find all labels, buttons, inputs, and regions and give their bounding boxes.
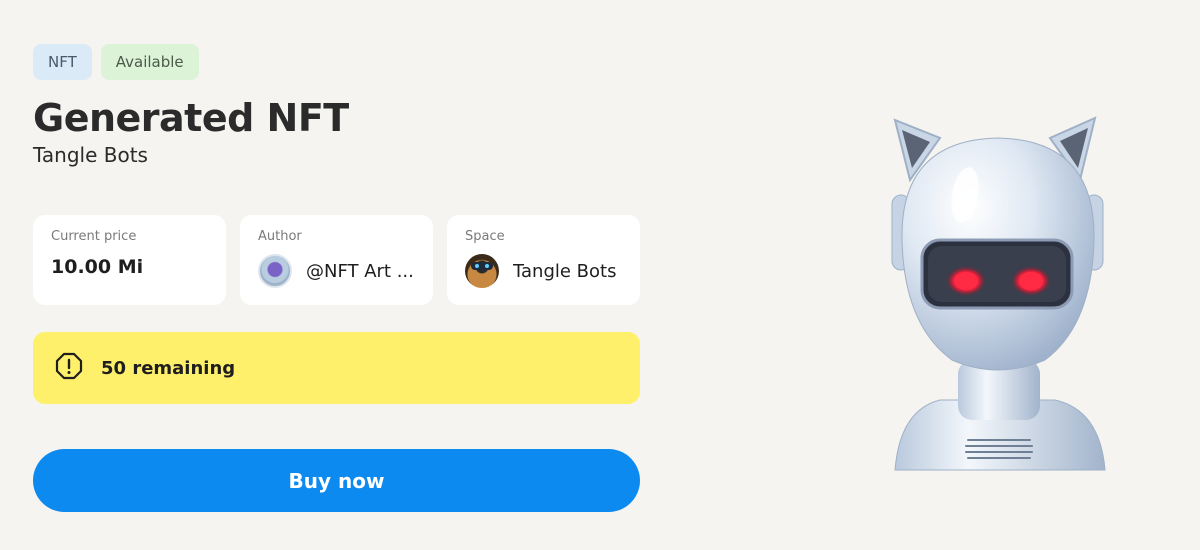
price-label: Current price bbox=[51, 229, 137, 244]
author-row[interactable]: @NFT Art ... bbox=[258, 254, 415, 288]
space-label: Space bbox=[465, 229, 505, 244]
available-badge: Available bbox=[100, 44, 199, 80]
buy-now-button[interactable]: Buy now bbox=[33, 449, 640, 512]
price-card: Current price 10.00 Mi bbox=[33, 215, 226, 305]
remaining-count: 50 remaining bbox=[101, 357, 236, 379]
space-row[interactable]: Tangle Bots bbox=[465, 254, 622, 288]
warning-octagon-icon bbox=[55, 352, 83, 384]
price-value: 10.00 Mi bbox=[51, 256, 144, 278]
author-card[interactable]: Author @NFT Art ... bbox=[240, 215, 433, 305]
info-cards: Current price 10.00 Mi Author @NFT Art .… bbox=[33, 215, 640, 305]
nft-badge: NFT bbox=[33, 44, 92, 80]
remaining-banner: 50 remaining bbox=[33, 332, 640, 404]
page-title: Generated NFT bbox=[33, 96, 349, 140]
nft-robot-image bbox=[870, 110, 1120, 500]
space-card[interactable]: Space Tangle Bots bbox=[447, 215, 640, 305]
author-avatar[interactable] bbox=[258, 254, 292, 288]
author-name[interactable]: @NFT Art ... bbox=[306, 261, 414, 282]
author-label: Author bbox=[258, 229, 302, 244]
space-name[interactable]: Tangle Bots bbox=[513, 261, 616, 282]
space-avatar[interactable] bbox=[465, 254, 499, 288]
badges: NFT Available bbox=[33, 44, 640, 80]
nft-details: NFT Available Generated NFT Tangle Bots … bbox=[33, 44, 640, 512]
